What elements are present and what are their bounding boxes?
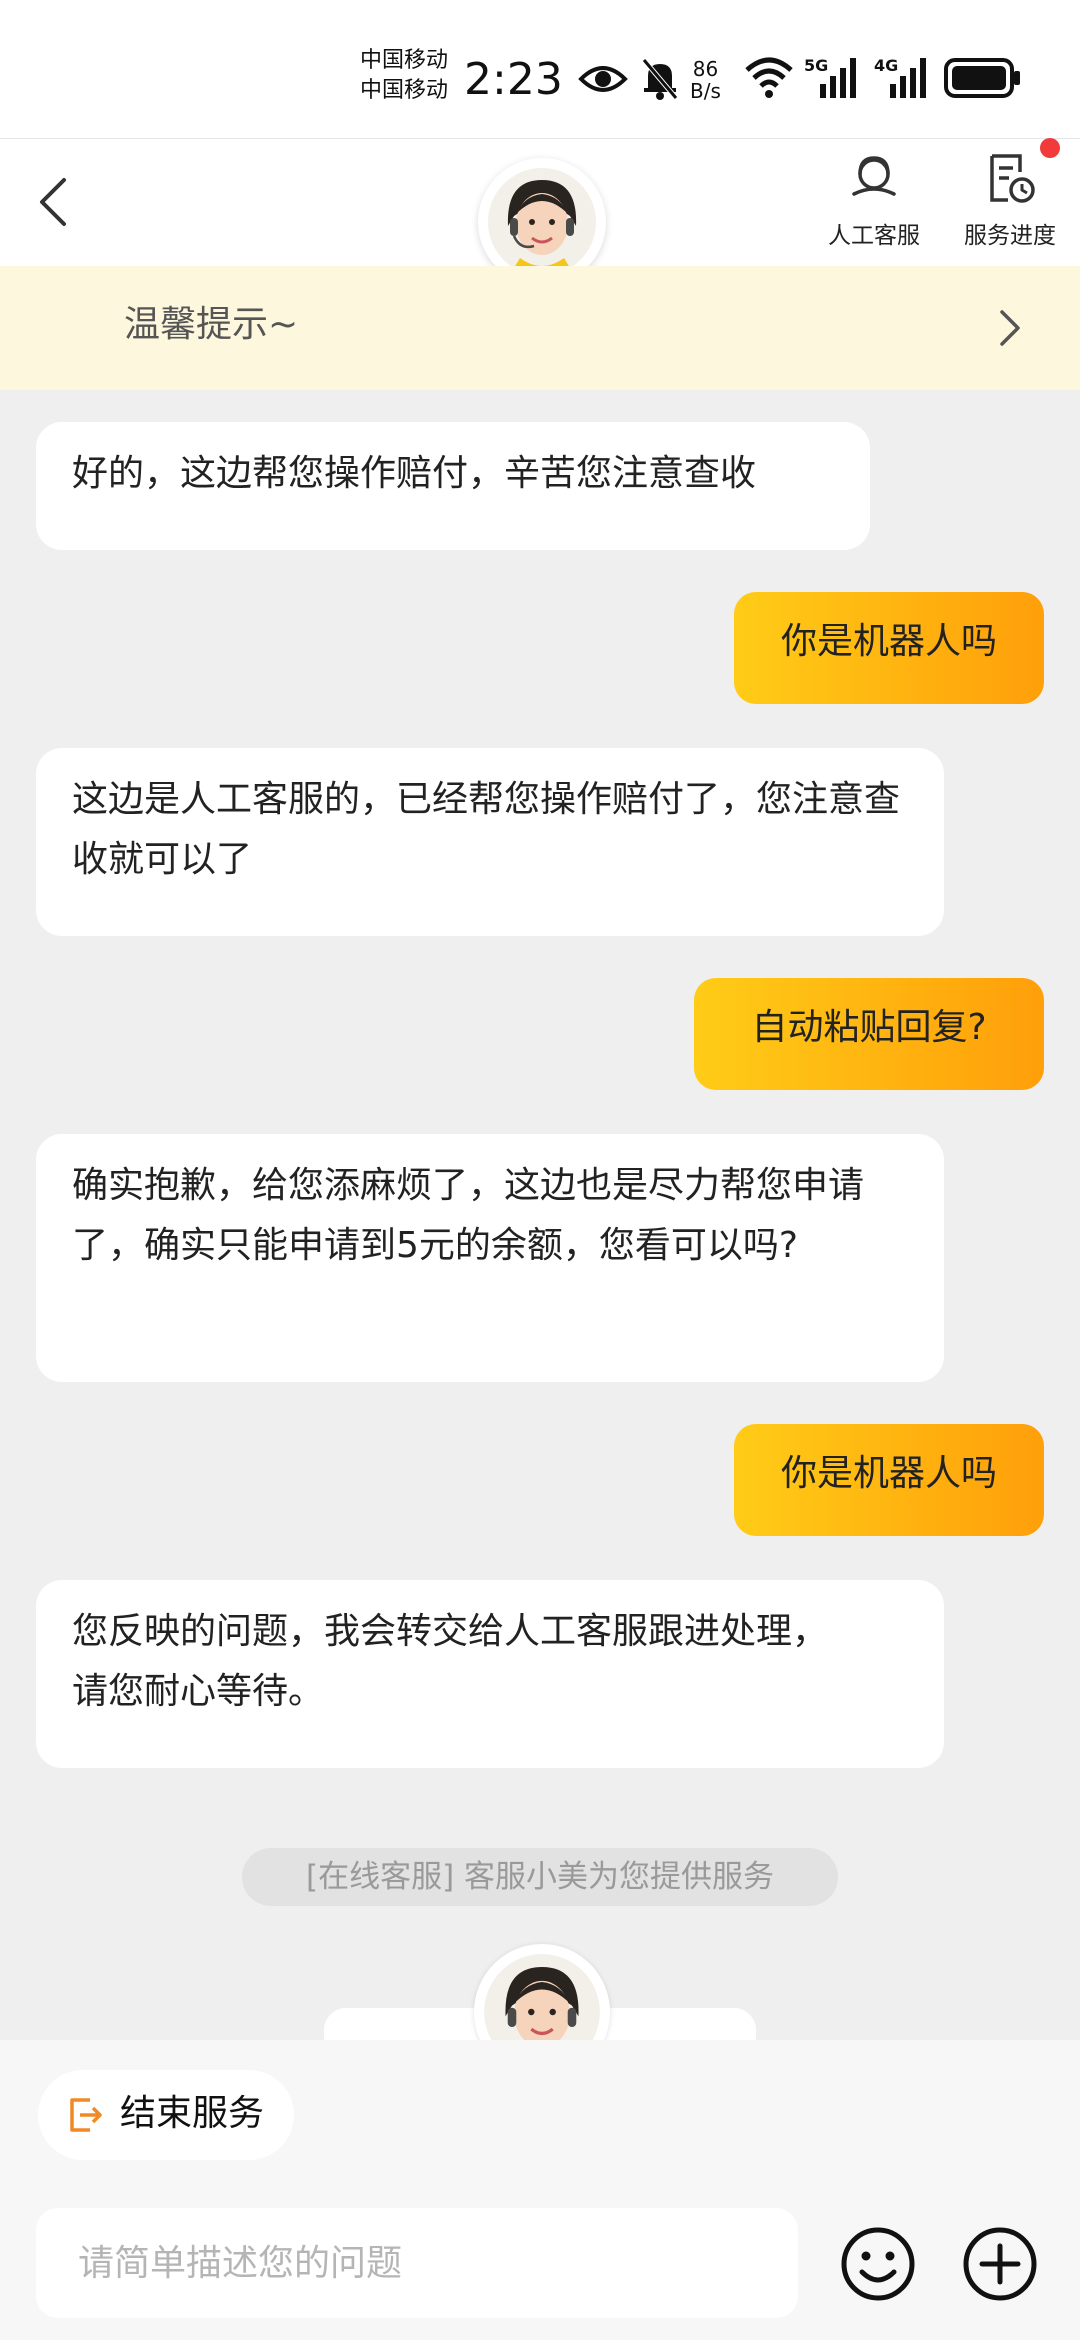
user-message: 你是机器人吗 [734, 1424, 1044, 1536]
document-clock-icon [990, 154, 1035, 203]
net-speed-value: 86 [692, 57, 719, 81]
system-note: [在线客服] 客服小美为您提供服务 [242, 1848, 838, 1906]
status-time: 2:23 [464, 54, 563, 105]
agent-message: 好的，这边帮您操作赔付，辛苦您注意查收 [36, 422, 870, 550]
end-service-label: 结束服务 [120, 2093, 265, 2134]
agent-message: 这边是人工客服的，已经帮您操作赔付了，您注意查收就可以了 [36, 748, 944, 936]
notice-text: 温馨提示~ [124, 304, 299, 345]
net-speed-unit: B/s [690, 79, 721, 103]
wifi-icon [745, 57, 793, 98]
agent-face-icon [488, 168, 596, 278]
signal-icon [820, 58, 856, 98]
human-service-button[interactable]: 人工客服 [814, 150, 934, 250]
agent-message: 您反映的问题，我会转交给人工客服跟进处理，请您耐心等待。 [36, 1580, 944, 1768]
service-progress-label: 服务进度 [964, 223, 1056, 249]
notification-dot [1040, 138, 1060, 158]
back-arrow-icon[interactable] [30, 172, 80, 232]
bell-off-icon [642, 58, 678, 100]
headset-icon [852, 156, 896, 196]
signal-icon [890, 58, 926, 98]
message-input[interactable] [36, 2208, 798, 2318]
chevron-right-icon[interactable] [994, 306, 1024, 350]
service-progress-button[interactable]: 服务进度 [950, 150, 1070, 250]
emoji-icon[interactable] [838, 2224, 918, 2304]
exit-icon [70, 2098, 102, 2132]
user-message: 你是机器人吗 [734, 592, 1044, 704]
agent-message: 确实抱歉，给您添麻烦了，这边也是尽力帮您申请了，确实只能申请到5元的余额，您看可… [36, 1134, 944, 1382]
plus-icon[interactable] [960, 2224, 1040, 2304]
carrier-2: 中国移动 [360, 78, 449, 103]
user-message: 自动粘贴回复? [694, 978, 1044, 1090]
battery-icon [944, 58, 1020, 98]
carrier-1: 中国移动 [360, 48, 449, 73]
human-service-label: 人工客服 [828, 223, 920, 249]
net-speed: 86 B/s [690, 58, 721, 102]
carrier-labels: 中国移动 中国移动 [360, 46, 448, 106]
end-service-button[interactable]: 结束服务 [38, 2070, 294, 2160]
eye-icon [578, 66, 628, 92]
